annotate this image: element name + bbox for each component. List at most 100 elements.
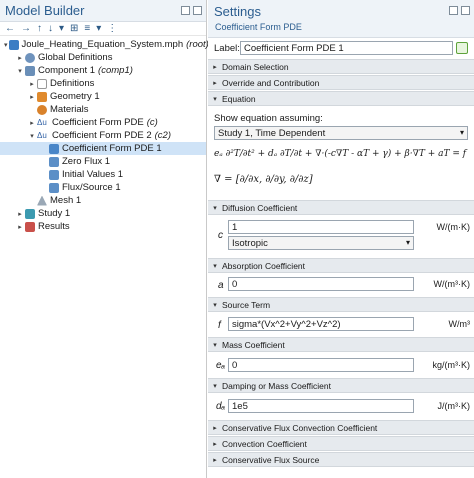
section-conservative-flux-convection[interactable]: ▸ Conservative Flux Convection Coefficie…	[208, 420, 474, 435]
settings-title: Settings	[214, 4, 261, 19]
collapsed-icon[interactable]: ▸	[28, 119, 36, 127]
section-diffusion-coefficient[interactable]: ▾ Diffusion Coefficient	[208, 200, 474, 215]
tree-item-results[interactable]: ▸ Results	[0, 220, 206, 233]
section-domain-selection[interactable]: ▸ Domain Selection	[208, 59, 474, 74]
section-override[interactable]: ▸ Override and Contribution	[208, 75, 474, 90]
tree-item-definitions[interactable]: ▸ Definitions	[0, 77, 206, 90]
pde-node-icon	[49, 143, 59, 154]
tree-item-label: Results	[38, 221, 70, 232]
tree-item-global-definitions[interactable]: ▸ Global Definitions	[0, 51, 206, 64]
model-builder-title: Model Builder	[5, 3, 85, 18]
expanded-icon: ▾	[213, 301, 217, 309]
section-title: Conservative Flux Source	[222, 454, 320, 465]
maximize-button[interactable]	[461, 6, 470, 15]
expand-icon[interactable]: ⊞	[70, 23, 78, 35]
tree-item-root[interactable]: ▾ Joule_Heating_Equation_System.mph (roo…	[0, 38, 209, 51]
expanded-icon: ▾	[213, 341, 217, 349]
maximize-button[interactable]	[193, 6, 202, 15]
tree-item-coefficient-form-pde-2[interactable]: ▾ Δu Coefficient Form PDE 2 (c2)	[0, 129, 206, 142]
tree-item-tag: (root)	[186, 39, 209, 50]
mass-unit: kg/(m³·K)	[432, 360, 471, 370]
tree-item-flux-source-1[interactable]: Flux/Source 1	[0, 181, 206, 194]
more-icon[interactable]: ⋮	[107, 23, 117, 35]
section-damping-coefficient[interactable]: ▾ Damping or Mass Coefficient	[208, 378, 474, 393]
section-convection-coefficient[interactable]: ▸ Convection Coefficient	[208, 436, 474, 451]
results-icon	[25, 221, 35, 232]
model-builder-toolbar: ← → ↑ ↓ ▾ ⊞ ≡ ▾ ⋮	[0, 22, 206, 36]
tree-item-coefficient-form-pde-1[interactable]: Coefficient Form PDE 1	[0, 142, 206, 155]
window-controls	[181, 6, 202, 15]
section-conservative-flux-source[interactable]: ▸ Conservative Flux Source	[208, 452, 474, 467]
model-builder-pane: Model Builder ← → ↑ ↓ ▾ ⊞ ≡ ▾ ⋮ ▾ Joule_…	[0, 0, 209, 478]
section-mass-coefficient[interactable]: ▾ Mass Coefficient	[208, 337, 474, 352]
expanded-icon: ▾	[213, 382, 217, 390]
diffusion-input[interactable]: 1	[228, 220, 414, 234]
section-title: Convection Coefficient	[222, 438, 307, 449]
collapsed-icon[interactable]: ▸	[16, 223, 24, 231]
damping-input[interactable]: 1e5	[228, 399, 414, 413]
absorption-input[interactable]: 0	[228, 277, 414, 291]
collapsed-icon[interactable]: ▸	[28, 93, 36, 101]
source-symbol: f	[218, 320, 221, 331]
tree-item-materials[interactable]: Materials	[0, 103, 206, 116]
minimize-button[interactable]	[449, 6, 458, 15]
equation-main: eₐ ∂²T/∂t² + dₐ ∂T/∂t + ∇·(-c∇T - αT + γ…	[214, 149, 467, 159]
collapsed-icon[interactable]: ▸	[16, 54, 24, 62]
section-title: Conservative Flux Convection Coefficient	[222, 422, 378, 433]
tree-item-label: Coefficient Form PDE 1	[62, 143, 162, 154]
settings-pane: Settings Coefficient Form PDE Label: Coe…	[208, 0, 474, 478]
label-caption: Label:	[214, 42, 240, 54]
back-icon[interactable]: ←	[5, 23, 15, 35]
absorption-symbol: a	[218, 280, 224, 291]
collapsed-icon[interactable]: ▸	[28, 80, 36, 88]
section-source-term[interactable]: ▾ Source Term	[208, 297, 474, 312]
source-input[interactable]: sigma*(Vx^2+Vy^2+Vz^2)	[228, 317, 414, 331]
tree-item-study-1[interactable]: ▸ Study 1	[0, 207, 206, 220]
collapsed-icon[interactable]: ▸	[16, 210, 24, 218]
study-select[interactable]: Study 1, Time Dependent ▾	[214, 126, 468, 140]
expanded-icon: ▾	[213, 204, 217, 212]
section-title: Domain Selection	[222, 61, 289, 72]
list-icon[interactable]: ≡	[84, 23, 90, 35]
damping-symbol: dₐ	[216, 401, 226, 412]
label-input[interactable]: Coefficient Form PDE 1	[240, 41, 453, 55]
expanded-icon[interactable]: ▾	[28, 132, 36, 140]
globe-icon	[25, 52, 35, 63]
study-icon	[25, 208, 35, 219]
mass-input[interactable]: 0	[228, 358, 414, 372]
initial-values-icon	[49, 169, 59, 180]
tree-item-tag: (comp1)	[98, 65, 133, 76]
dropdown-icon[interactable]: ▾	[96, 23, 101, 35]
tree-item-component-1[interactable]: ▾ Component 1 (comp1)	[0, 64, 206, 77]
move-down-icon[interactable]: ↓	[48, 23, 53, 35]
tree-item-label: Global Definitions	[38, 52, 113, 63]
dropdown-icon[interactable]: ▾	[59, 23, 64, 35]
section-equation[interactable]: ▾ Equation	[208, 91, 474, 106]
collapsed-icon: ▸	[213, 440, 217, 448]
forward-icon[interactable]: →	[21, 23, 31, 35]
expanded-icon: ▾	[213, 95, 217, 103]
diffusion-type-select[interactable]: Isotropic ▾	[228, 236, 414, 250]
tree-item-geometry-1[interactable]: ▸ Geometry 1	[0, 90, 206, 103]
tree-item-initial-values-1[interactable]: Initial Values 1	[0, 168, 206, 181]
window-controls	[449, 6, 470, 15]
section-title: Equation	[222, 93, 256, 104]
minimize-button[interactable]	[181, 6, 190, 15]
tree-item-mesh-1[interactable]: Mesh 1	[0, 194, 206, 207]
expanded-icon[interactable]: ▾	[16, 67, 24, 75]
tree-item-label: Component 1	[38, 65, 96, 76]
tree-item-coefficient-form-pde[interactable]: ▸ Δu Coefficient Form PDE (c)	[0, 116, 206, 129]
section-title: Damping or Mass Coefficient	[222, 380, 331, 391]
model-builder-header: Model Builder	[0, 0, 206, 22]
chevron-down-icon: ▾	[405, 238, 410, 247]
tree-item-zero-flux-1[interactable]: Zero Flux 1	[0, 155, 206, 168]
link-icon[interactable]	[456, 42, 468, 54]
expanded-icon[interactable]: ▾	[4, 41, 8, 49]
section-title: Absorption Coefficient	[222, 260, 306, 271]
component-icon	[25, 65, 35, 76]
mesh-icon	[37, 195, 47, 206]
definitions-icon	[37, 78, 47, 89]
move-up-icon[interactable]: ↑	[37, 23, 42, 35]
section-absorption-coefficient[interactable]: ▾ Absorption Coefficient	[208, 258, 474, 273]
flux-icon	[49, 182, 59, 193]
